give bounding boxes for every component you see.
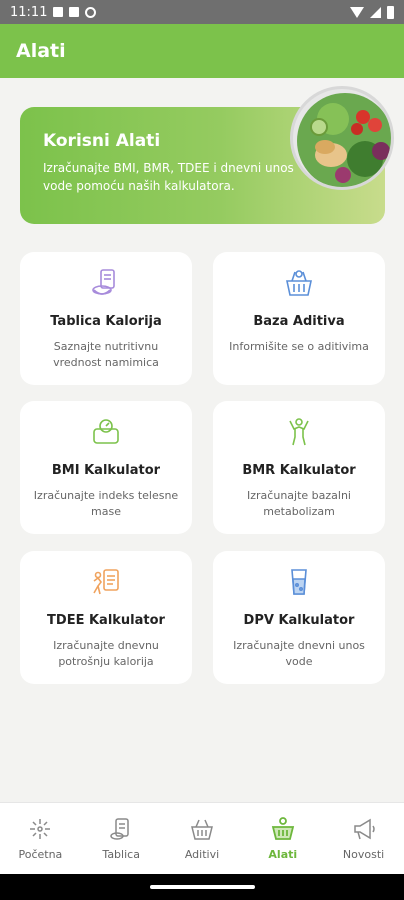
runner-chart-icon — [91, 567, 121, 597]
wifi-icon — [350, 6, 364, 18]
card-additive-base[interactable]: Baza Aditiva Informišite se o aditivima — [213, 252, 385, 385]
basket-icon — [284, 268, 314, 298]
hero-banner: Korisni Alati Izračunajte BMI, BMR, TDEE… — [20, 86, 394, 224]
nav-label: Novosti — [342, 848, 385, 861]
water-glass-icon — [284, 567, 314, 597]
card-dpv-calculator[interactable]: DPV Kalkulator Izračunajte dnevni unos v… — [213, 551, 385, 684]
nav-item-news[interactable]: Novosti — [323, 803, 404, 874]
megaphone-icon — [353, 818, 375, 840]
bathroom-scale-icon — [91, 417, 121, 447]
nav-label: Početna — [18, 848, 63, 861]
body-figure-icon — [284, 417, 314, 447]
app-bar: Alati — [0, 24, 404, 78]
signal-icon — [370, 6, 381, 18]
sd-card-icon — [53, 7, 64, 17]
card-title: BMR Kalkulator — [242, 463, 356, 478]
nav-item-additives[interactable]: Aditivi — [162, 803, 243, 874]
card-title: TDEE Kalkulator — [47, 613, 165, 628]
do-not-disturb-icon — [85, 6, 97, 18]
nav-label: Alati — [268, 848, 298, 861]
nav-item-home[interactable]: Početna — [0, 803, 81, 874]
card-description: Izračunajte dnevni unos vode — [233, 639, 365, 668]
card-bmi-calculator[interactable]: BMI Kalkulator Izračunajte indeks telesn… — [20, 401, 192, 534]
bottom-navigation: Početna Tablica Aditivi Alati Novosti — [0, 802, 404, 874]
status-bar: 11:11 — [0, 0, 404, 24]
system-gesture-area — [0, 874, 404, 900]
card-calorie-table[interactable]: Tablica Kalorija Saznajte nutritivnu vre… — [20, 252, 192, 385]
salad-bowl-image — [290, 86, 394, 190]
card-tdee-calculator[interactable]: TDEE Kalkulator Izračunajte dnevnu potro… — [20, 551, 192, 684]
nav-item-table[interactable]: Tablica — [81, 803, 162, 874]
notification-a-icon — [69, 7, 80, 17]
hero-subtitle: Izračunajte BMI, BMR, TDEE i dnevni unos… — [43, 161, 294, 193]
card-title: BMI Kalkulator — [51, 463, 161, 478]
card-title: Tablica Kalorija — [50, 314, 162, 329]
home-sparkle-icon — [30, 819, 51, 839]
status-time: 11:11 — [10, 4, 48, 20]
card-description: Izračunajte indeks telesne mase — [33, 489, 179, 518]
card-bmr-calculator[interactable]: BMR Kalkulator Izračunajte bazalni metab… — [213, 401, 385, 534]
nav-label: Tablica — [102, 848, 140, 861]
tablet-list-icon — [110, 818, 129, 840]
battery-icon — [387, 5, 394, 19]
card-description: Izračunajte bazalni metabolizam — [247, 489, 351, 518]
nav-item-tools[interactable]: Alati — [242, 803, 323, 874]
card-title: DPV Kalkulator — [243, 613, 355, 628]
home-gesture-handle[interactable] — [150, 885, 255, 889]
basket-icon — [191, 819, 213, 840]
food-scale-icon — [91, 268, 121, 298]
page-title: Alati — [16, 40, 66, 62]
nav-label: Aditivi — [184, 848, 220, 861]
card-title: Baza Aditiva — [253, 314, 345, 329]
card-description: Izračunajte dnevnu potrošnju kalorija — [53, 639, 159, 668]
card-description: Informišite se o aditivima — [229, 340, 369, 353]
card-description: Saznajte nutritivnu vrednost namimica — [53, 340, 159, 369]
tools-basket-icon — [271, 817, 294, 840]
